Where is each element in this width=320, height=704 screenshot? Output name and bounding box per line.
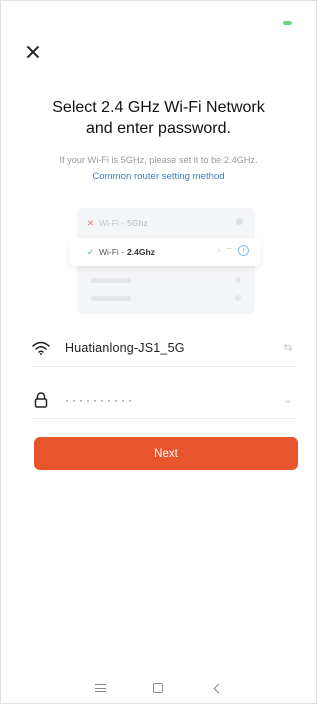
placeholder-dot (235, 277, 241, 283)
placeholder-line (91, 296, 131, 301)
page-title: Select 2.4 GHz Wi-Fi Network and enter p… (1, 97, 316, 139)
lock-mini-icon: ▫ (217, 246, 221, 255)
illustration-5ghz-row: ✕ Wi-Fi - 5Ghz (77, 212, 255, 234)
illustration-24ghz-band: 2.4Ghz (127, 247, 155, 257)
illustration-24ghz-label: Wi-Fi - (99, 247, 125, 257)
router-setting-link[interactable]: Common router setting method (1, 171, 316, 182)
lock-icon (31, 390, 51, 410)
info-icon: i (238, 245, 249, 256)
system-nav-bar (1, 677, 316, 699)
illustration-24ghz-row: ✓ Wi-Fi - 2.4Ghz ▫ ⌔ i (69, 238, 261, 266)
password-input[interactable]: ·········· (65, 393, 280, 407)
wifi-name-value[interactable]: Huatianlong-JS1_5G (65, 341, 280, 355)
illustration-5ghz-band: 5Ghz (127, 218, 148, 228)
next-button[interactable]: Next (34, 437, 298, 470)
status-indicator (283, 21, 292, 25)
home-icon[interactable] (151, 681, 165, 695)
swap-icon[interactable]: ⇆ (280, 340, 296, 356)
chevron-down-icon[interactable]: ⌄ (280, 392, 296, 408)
title-line-1: Select 2.4 GHz Wi-Fi Network (52, 99, 265, 116)
wifi-icon (31, 338, 51, 358)
network-illustration: ✕ Wi-Fi - 5Ghz ✓ Wi-Fi - 2.4Ghz ▫ ⌔ i (69, 208, 261, 314)
check-icon: ✓ (87, 246, 95, 257)
illustration-5ghz-label: Wi-Fi - (99, 218, 125, 228)
wifi-mini-icon: ⌔ (225, 245, 233, 255)
wifi-name-field[interactable]: Huatianlong-JS1_5G ⇆ (31, 329, 296, 367)
screen: Select 2.4 GHz Wi-Fi Network and enter p… (0, 0, 317, 704)
placeholder-line (91, 278, 131, 283)
placeholder-dot (235, 295, 241, 301)
band-hint: If your Wi-Fi is 5GHz, please set it to … (59, 155, 258, 165)
close-icon[interactable] (24, 43, 42, 61)
cross-icon: ✕ (87, 217, 95, 228)
back-icon[interactable] (210, 681, 224, 695)
password-field[interactable]: ·········· ⌄ (31, 381, 296, 419)
menu-icon[interactable] (93, 681, 107, 695)
title-line-2: and enter password. (86, 120, 231, 137)
dot-icon (236, 218, 243, 225)
